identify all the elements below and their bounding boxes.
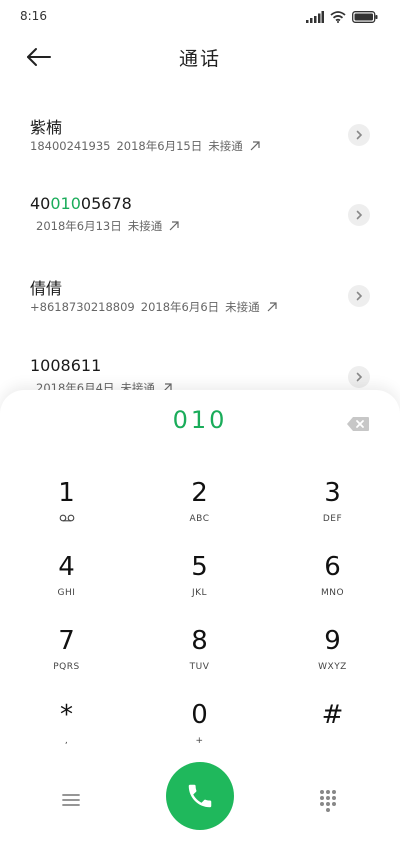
- call-button[interactable]: [166, 762, 234, 830]
- call-detail-button[interactable]: [348, 204, 370, 226]
- dialpad-icon: [320, 790, 336, 812]
- key-4[interactable]: 4 GHI: [0, 550, 133, 622]
- key-8[interactable]: 8 TUV: [133, 624, 266, 696]
- hide-keypad-button[interactable]: [318, 788, 338, 812]
- menu-button[interactable]: [60, 790, 82, 810]
- key-digit: 7: [58, 626, 75, 656]
- contact-name: 紫楠: [30, 118, 63, 137]
- contact-name: 4001005678: [30, 194, 132, 213]
- dialpad-panel: 010 1 2 ABC 3 DEF 4 GHI 5 JKL 6 MNO 7 PQ…: [0, 390, 400, 866]
- call-detail: 18400241935 2018年6月15日 未接通: [30, 138, 261, 154]
- voicemail-icon: [0, 514, 133, 526]
- dialed-number-display[interactable]: 010: [0, 406, 400, 434]
- phone-icon: [188, 784, 212, 808]
- status-icons: [306, 10, 378, 24]
- chevron-right-icon: [356, 210, 363, 220]
- dialpad-bottom-bar: [0, 762, 400, 842]
- key-0[interactable]: 0 +: [133, 698, 266, 770]
- call-log-item[interactable]: 紫楠 18400241935 2018年6月15日 未接通: [0, 82, 400, 162]
- call-date: 2018年6月13日: [36, 219, 122, 233]
- contact-name: 1008611: [30, 356, 102, 375]
- key-hash[interactable]: #: [266, 698, 399, 770]
- outgoing-call-icon: [267, 302, 277, 312]
- key-digit: #: [321, 700, 344, 730]
- call-detail: 2018年6月13日 未接通: [30, 218, 180, 234]
- outgoing-call-icon: [250, 141, 260, 151]
- phone-number: +8618730218809: [30, 300, 135, 314]
- chevron-right-icon: [356, 372, 363, 382]
- battery-icon: [352, 11, 378, 23]
- call-log-item[interactable]: 4001005678 2018年6月13日 未接通: [0, 162, 400, 242]
- call-detail-button[interactable]: [348, 285, 370, 307]
- key-letters: ABC: [189, 514, 210, 524]
- call-status: 未接通: [127, 219, 163, 233]
- key-digit: 3: [324, 478, 341, 508]
- phone-number: 18400241935: [30, 139, 111, 153]
- call-log-item[interactable]: 倩倩 +8618730218809 2018年6月6日 未接通: [0, 243, 400, 323]
- call-detail-button[interactable]: [348, 366, 370, 388]
- app-header: 通话: [0, 34, 400, 82]
- key-5[interactable]: 5 JKL: [133, 550, 266, 622]
- backspace-icon: [347, 417, 369, 431]
- key-star[interactable]: * ,: [0, 698, 133, 770]
- key-digit: *: [60, 700, 73, 730]
- key-digit: 6: [324, 552, 341, 582]
- outgoing-call-icon: [169, 221, 179, 231]
- status-time: 8:16: [20, 9, 47, 23]
- signal-icon: [306, 11, 324, 23]
- key-digit: 1: [58, 478, 75, 508]
- call-status: 未接通: [225, 300, 260, 314]
- status-bar: 8:16: [0, 0, 400, 34]
- key-digit: 0: [191, 700, 208, 730]
- key-letters: PQRS: [53, 662, 80, 672]
- key-1[interactable]: 1: [0, 476, 133, 548]
- menu-icon: [62, 794, 80, 806]
- contact-name: 倩倩: [30, 279, 63, 298]
- key-letters: [266, 736, 399, 748]
- key-6[interactable]: 6 MNO: [266, 550, 399, 622]
- key-letters: MNO: [320, 588, 345, 598]
- key-letters: ,: [64, 736, 69, 746]
- key-digit: 9: [324, 626, 341, 656]
- key-letters: WXYZ: [318, 662, 347, 672]
- key-letters: TUV: [189, 662, 210, 672]
- key-digit: 5: [191, 552, 208, 582]
- key-digit: 8: [191, 626, 208, 656]
- call-date: 2018年6月15日: [116, 139, 203, 153]
- wifi-icon: [330, 11, 346, 23]
- key-letters: GHI: [57, 588, 76, 598]
- search-match: 010: [50, 194, 81, 213]
- backspace-button[interactable]: [346, 416, 370, 432]
- key-letters: JKL: [191, 588, 208, 598]
- key-digit: 2: [191, 478, 208, 508]
- key-9[interactable]: 9 WXYZ: [266, 624, 399, 696]
- key-digit: 4: [58, 552, 75, 582]
- chevron-right-icon: [356, 130, 363, 140]
- chevron-right-icon: [356, 291, 363, 301]
- key-letters: DEF: [322, 514, 343, 524]
- key-letters: +: [195, 736, 204, 746]
- call-status: 未接通: [208, 139, 243, 153]
- call-detail-button[interactable]: [348, 124, 370, 146]
- key-3[interactable]: 3 DEF: [266, 476, 399, 548]
- call-date: 2018年6月6日: [140, 300, 220, 314]
- call-detail: +8618730218809 2018年6月6日 未接通: [30, 299, 278, 315]
- page-title: 通话: [178, 48, 221, 70]
- key-2[interactable]: 2 ABC: [133, 476, 266, 548]
- key-7[interactable]: 7 PQRS: [0, 624, 133, 696]
